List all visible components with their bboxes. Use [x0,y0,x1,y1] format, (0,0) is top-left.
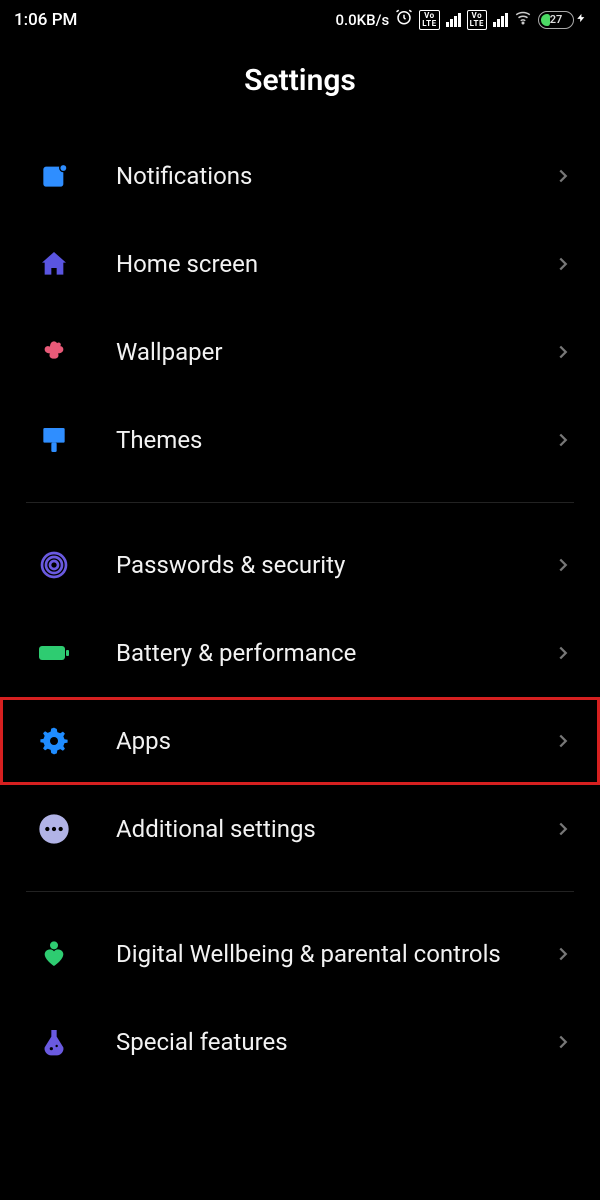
notification-icon [34,156,74,196]
settings-item-apps[interactable]: Apps [0,697,600,785]
battery-icon [34,633,74,673]
settings-item-label: Notifications [74,161,552,191]
settings-item-label: Wallpaper [74,337,552,367]
battery-indicator: 27 [538,10,586,30]
settings-item-label: Special features [74,1027,552,1057]
settings-item-additional-settings[interactable]: Additional settings [0,785,600,873]
wifi-icon [514,8,532,31]
status-right: 0.0KB/s VoLTE VoLTE 27 [335,8,586,31]
settings-item-home-screen[interactable]: Home screen [0,220,600,308]
signal-icon-2 [493,13,508,27]
chevron-right-icon [552,730,574,752]
settings-item-themes[interactable]: Themes [0,396,600,484]
brush-icon [34,420,74,460]
settings-item-digital-wellbeing[interactable]: Digital Wellbeing & parental controls [0,910,600,998]
settings-item-label: Home screen [74,249,552,279]
settings-item-label: Apps [74,726,552,756]
settings-item-label: Passwords & security [74,550,552,580]
home-icon [34,244,74,284]
fingerprint-icon [34,545,74,585]
chevron-right-icon [552,429,574,451]
page-title: Settings [0,35,600,132]
chevron-right-icon [552,642,574,664]
settings-item-wallpaper[interactable]: Wallpaper [0,308,600,396]
chevron-right-icon [552,818,574,840]
volte-icon-1: VoLTE [419,10,439,30]
settings-item-special-features[interactable]: Special features [0,998,600,1086]
signal-icon-1 [446,13,461,27]
volte-icon-2: VoLTE [467,10,487,30]
chevron-right-icon [552,1031,574,1053]
divider [26,502,574,503]
settings-item-passwords-security[interactable]: Passwords & security [0,521,600,609]
status-bar: 1:06 PM 0.0KB/s VoLTE VoLTE 27 [0,0,600,35]
settings-list: Notifications Home screen Wallpaper Them… [0,132,600,1126]
battery-percent: 27 [539,13,573,26]
net-speed: 0.0KB/s [335,11,389,29]
chevron-right-icon [552,253,574,275]
charging-icon [576,10,586,30]
alarm-icon [395,8,413,31]
chevron-right-icon [552,341,574,363]
settings-item-label: Additional settings [74,814,552,844]
chevron-right-icon [552,165,574,187]
chevron-right-icon [552,943,574,965]
divider [26,891,574,892]
settings-item-label: Battery & performance [74,638,552,668]
chevron-right-icon [552,554,574,576]
flask-icon [34,1022,74,1062]
more-icon [34,809,74,849]
settings-item-notifications[interactable]: Notifications [0,132,600,220]
heart-icon [34,934,74,974]
settings-item-label: Digital Wellbeing & parental controls [74,939,552,969]
status-time: 1:06 PM [14,10,77,30]
flower-icon [34,332,74,372]
settings-item-battery-performance[interactable]: Battery & performance [0,609,600,697]
gear-icon [34,721,74,761]
settings-item-label: Themes [74,425,552,455]
